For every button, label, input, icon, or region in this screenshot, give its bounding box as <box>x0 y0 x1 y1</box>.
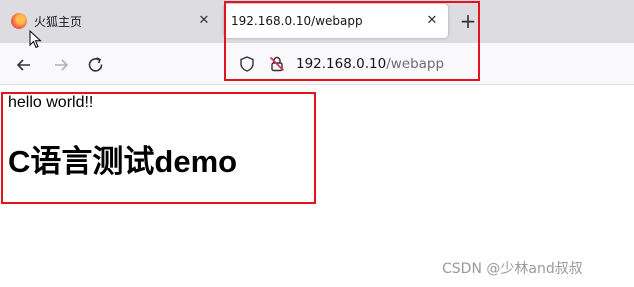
tab-title: 火狐主页 <box>34 14 83 29</box>
firefox-logo-icon <box>11 13 27 29</box>
tab-close-icon[interactable]: ✕ <box>196 13 212 29</box>
back-arrow-icon[interactable] <box>14 55 34 75</box>
mouse-cursor-icon <box>29 30 42 49</box>
forward-arrow-icon[interactable] <box>51 55 71 75</box>
watermark: CSDN @少林and叔叔 <box>442 261 583 277</box>
highlight-box-content <box>1 92 316 204</box>
highlight-box-tab <box>224 1 480 81</box>
reload-icon[interactable] <box>86 55 106 75</box>
